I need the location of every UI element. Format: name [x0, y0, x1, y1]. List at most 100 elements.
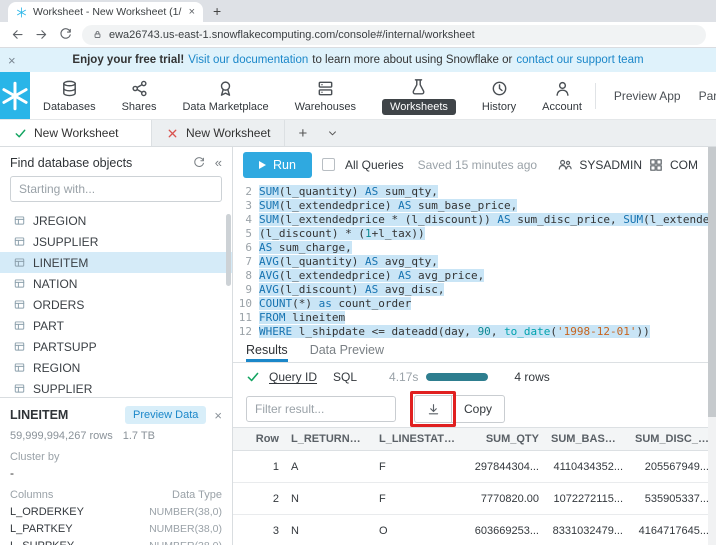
header-cell[interactable]: L_RETURNFLAG: [285, 433, 373, 445]
code-line: FROM lineitem: [259, 311, 346, 324]
column-name: L_ORDERKEY: [10, 506, 84, 518]
sql-editor[interactable]: 2 3 4 5 6 7 8 9 10 11 12 SUM(l_quantity) AS sum_qt…: [233, 182, 708, 339]
worksheet-tab-error[interactable]: New Worksheet: [152, 120, 286, 146]
warehouse-grid-icon: [648, 157, 664, 173]
saved-status: Saved 15 minutes ago: [417, 157, 538, 172]
preview-data-button[interactable]: Preview Data: [124, 406, 207, 424]
tree-item-region[interactable]: REGION: [0, 357, 232, 378]
tree-item-nation[interactable]: NATION: [0, 273, 232, 294]
line-number: 12: [238, 325, 252, 338]
header-cell[interactable]: L_LINESTATUS: [373, 433, 461, 445]
code-line: (l_discount) * (1+l_tax)): [259, 227, 425, 240]
header-cell[interactable]: SUM_QTY: [461, 433, 545, 445]
banner-bold-text: Enjoy your free trial!: [72, 54, 185, 66]
filter-result-input[interactable]: [246, 396, 396, 422]
worksheet-tab-active[interactable]: New Worksheet: [0, 120, 152, 146]
table-icon: [13, 382, 26, 395]
detail-table-name: LINEITEM: [10, 408, 69, 422]
code-line: WHERE l_shipdate <= dateadd(day, 90, to_…: [259, 325, 650, 338]
page-scrollbar[interactable]: [708, 147, 716, 545]
detail-size: 1.7 TB: [122, 430, 155, 442]
header-cell[interactable]: SUM_DISC_PRICE: [629, 433, 708, 445]
nav-item-partner-connect[interactable]: Part: [699, 89, 716, 103]
tree-item-lineitem[interactable]: LINEITEM: [0, 252, 232, 273]
chevron-down-icon[interactable]: [326, 127, 339, 140]
code-line: AS sum_charge,: [259, 241, 352, 254]
worksheet-toolbar: Run All Queries Saved 15 minutes ago SYS…: [233, 147, 708, 182]
top-nav-items: Databases Shares Data Marketplace Warehouse…: [30, 72, 595, 119]
database-object-tree: JREGION JSUPPLIER LINEITEM NATION ORDERS PART…: [0, 210, 232, 397]
reload-icon[interactable]: [58, 27, 73, 42]
query-id-link[interactable]: Query ID: [269, 370, 317, 384]
trial-banner: × Enjoy your free trial! Visit our docum…: [0, 48, 716, 72]
nav-item-label: History: [481, 100, 517, 113]
new-tab-button[interactable]: +: [213, 3, 221, 19]
role-selector[interactable]: SYSADMIN: [579, 158, 642, 172]
results-table-header: Row L_RETURNFLAG L_LINESTATUS SUM_QTY SUM_BA…: [233, 427, 708, 451]
query-duration: 4.17s: [389, 370, 419, 384]
table-cell: N: [291, 524, 299, 537]
tab-results[interactable]: Results: [246, 343, 288, 362]
nav-item-account[interactable]: Account: [529, 72, 595, 119]
tab-data-preview[interactable]: Data Preview: [310, 343, 384, 362]
tree-item-jsupplier[interactable]: JSUPPLIER: [0, 231, 232, 252]
nav-item-worksheets[interactable]: Worksheets: [369, 72, 469, 119]
run-button[interactable]: Run: [243, 151, 312, 178]
table-cell: O: [379, 524, 388, 537]
browser-tab[interactable]: Worksheet - New Worksheet (1/ ×: [8, 2, 203, 22]
object-search-input[interactable]: [10, 176, 222, 202]
support-link[interactable]: contact our support team: [516, 54, 643, 66]
worksheet-tab-label: New Worksheet: [186, 126, 271, 140]
table-cell: 1: [272, 460, 279, 473]
table-cell: 4110434352...: [553, 460, 623, 473]
url-bar[interactable]: ewa26743.us-east-1.snowflakecomputing.co…: [82, 24, 706, 45]
refresh-icon[interactable]: [192, 156, 206, 170]
all-queries-checkbox[interactable]: [321, 158, 335, 171]
column-row: L_SUPPKEY NUMBER(38,0): [10, 540, 222, 545]
tree-item-jregion[interactable]: JREGION: [0, 210, 232, 231]
url-text: ewa26743.us-east-1.snowflakecomputing.co…: [109, 28, 475, 41]
nav-item-databases[interactable]: Databases: [30, 72, 109, 119]
snowflake-logo[interactable]: [0, 72, 30, 119]
add-worksheet-button[interactable]: +: [285, 120, 320, 146]
nav-item-preview-app[interactable]: Preview App: [614, 89, 681, 103]
warehouse-selector[interactable]: COM: [670, 158, 698, 172]
table-row[interactable]: 3 N O 603669253... 8331032479... 4164717645..…: [233, 515, 708, 545]
column-type: NUMBER(38,0): [149, 506, 222, 518]
nav-item-warehouses[interactable]: Warehouses: [282, 72, 369, 119]
line-number: 2: [245, 185, 252, 198]
collapse-sidebar-icon[interactable]: «: [215, 155, 222, 170]
header-cell[interactable]: Row: [233, 433, 285, 445]
forward-icon[interactable]: [34, 27, 49, 42]
play-icon: [259, 160, 266, 169]
table-row[interactable]: 2 N F 7770820.00 1072272115... 535905337...: [233, 483, 708, 515]
download-icon: [426, 402, 441, 417]
nav-item-shares[interactable]: Shares: [109, 72, 170, 119]
table-row[interactable]: 1 A F 297844304... 4110434352... 205567949...: [233, 451, 708, 483]
download-button[interactable]: [414, 395, 452, 423]
columns-label: Columns: [10, 489, 54, 501]
editor-code: SUM(l_quantity) AS sum_qty, SUM(l_extende…: [259, 185, 708, 339]
header-cell[interactable]: SUM_BASE_PRICE: [545, 433, 629, 445]
back-icon[interactable]: [10, 27, 25, 42]
browser-address-bar: ewa26743.us-east-1.snowflakecomputing.co…: [0, 22, 716, 48]
column-type: NUMBER(38,0): [149, 523, 222, 535]
tree-item-part[interactable]: PART: [0, 315, 232, 336]
tree-scrollbar[interactable]: [226, 214, 231, 286]
nav-item-label: Warehouses: [294, 100, 357, 113]
tree-item-orders[interactable]: ORDERS: [0, 294, 232, 315]
nav-item-data-marketplace[interactable]: Data Marketplace: [169, 72, 281, 119]
tree-item-partsupp[interactable]: PARTSUPP: [0, 336, 232, 357]
tree-item-label: PARTSUPP: [33, 339, 97, 354]
banner-close-icon[interactable]: ×: [8, 53, 16, 68]
sql-link[interactable]: SQL: [333, 370, 357, 384]
column-list: L_ORDERKEY NUMBER(38,0) L_PARTKEY NUMBER(38…: [10, 506, 222, 545]
tree-item-supplier[interactable]: SUPPLIER: [0, 378, 232, 397]
shares-icon: [130, 79, 149, 98]
scrollbar-thumb[interactable]: [708, 147, 716, 417]
detail-close-icon[interactable]: ×: [214, 408, 222, 423]
tab-close-icon[interactable]: ×: [189, 6, 195, 18]
copy-button[interactable]: Copy: [452, 395, 506, 423]
documentation-link[interactable]: Visit our documentation: [188, 54, 308, 66]
nav-item-history[interactable]: History: [469, 72, 529, 119]
